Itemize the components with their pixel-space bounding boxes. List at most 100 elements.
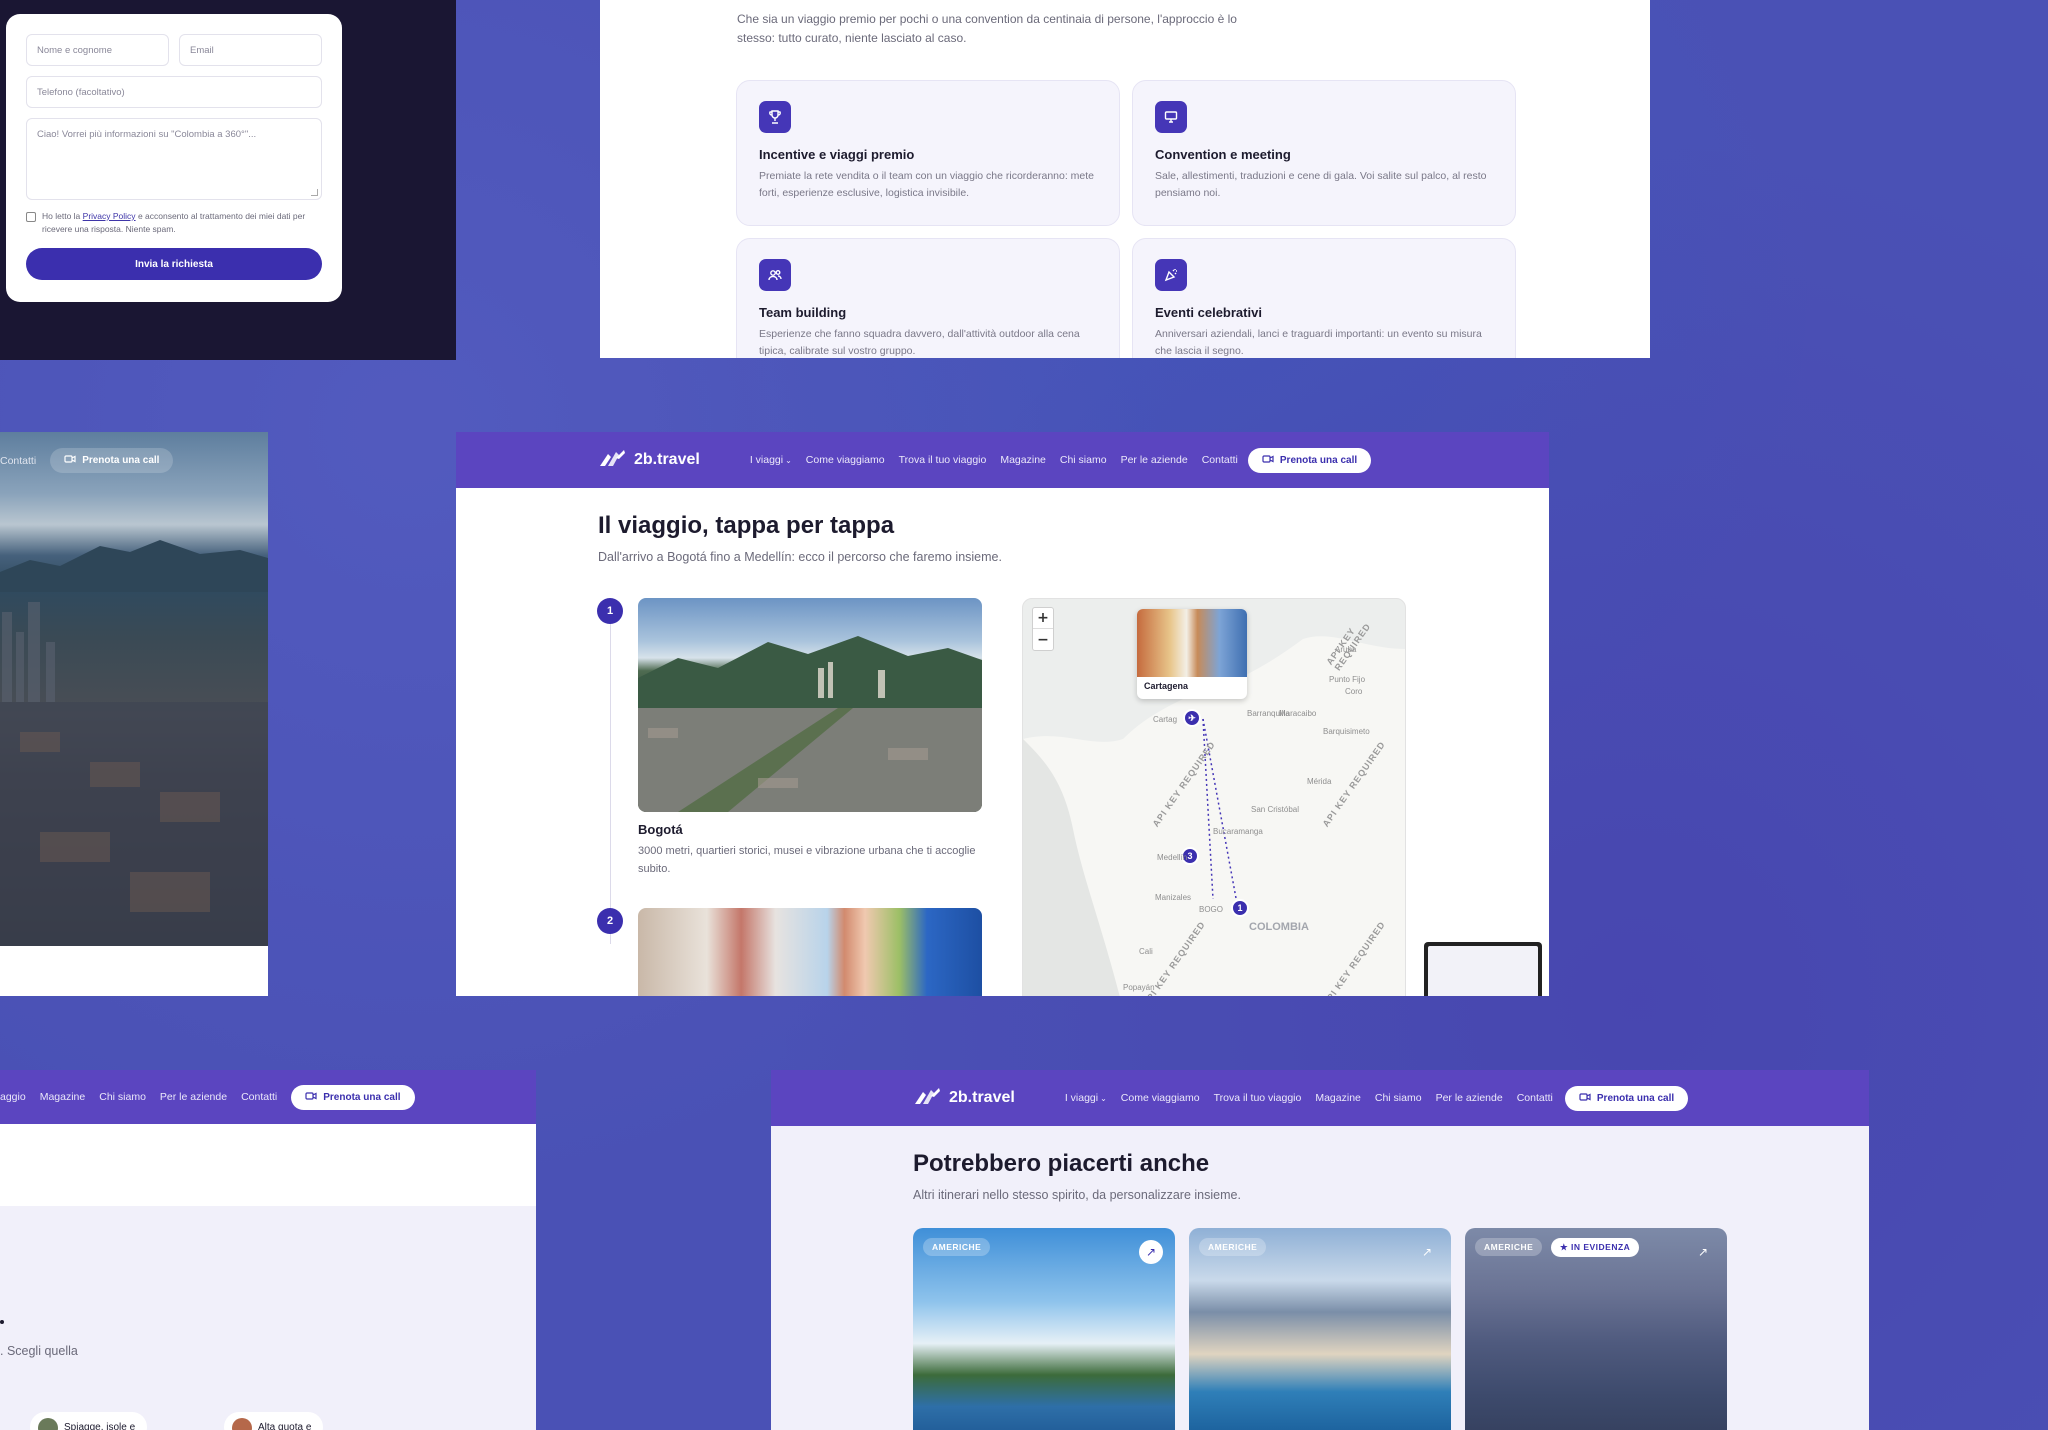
city-buildings [0,602,268,946]
nav-companies[interactable]: Per le aziende [1121,454,1188,466]
book-call-label: Prenota una call [323,1091,401,1103]
bogota-photo [638,598,982,812]
nav-trips[interactable]: I viaggi ⌄ [750,454,792,466]
service-title: Incentive e viaggi premio [759,147,915,162]
chevron-down-icon: ⌄ [785,456,792,465]
brand-name: 2b.travel [634,451,700,468]
filter-subtitle: . Scegli quella [0,1344,78,1358]
email-field[interactable]: Email [179,34,322,66]
chip-label: Alta quota e [258,1421,312,1430]
map-pin[interactable]: 1 [1231,899,1249,917]
services-intro: Che sia un viaggio premio per pochi o un… [737,12,1237,45]
presentation-icon [1155,101,1187,133]
category-chip[interactable]: Alta quota e [224,1412,324,1430]
services-grid: Incentive e viaggi premio Premiate la re… [736,80,1516,358]
trip-card[interactable]: AMERICHE ★ IN EVIDENZA ↗ [1465,1228,1727,1430]
related-subtitle: Altri itinerari nello stesso spirito, da… [913,1188,1241,1202]
book-call-button[interactable]: Prenota una call [1564,1085,1689,1111]
itinerary-subtitle: Dall'arrivo a Bogotá fino a Medellín: ec… [598,550,1002,564]
trip-card[interactable]: AMERICHE ↗ [1189,1228,1451,1430]
submit-button[interactable]: Invia la richiesta [26,248,322,280]
book-call-button[interactable]: Prenota una call [291,1084,415,1110]
phone-field[interactable]: Telefono (facoltativo) [26,76,322,108]
nav-trips[interactable]: I viaggi ⌄ [1065,1092,1107,1104]
consent-row: Ho letto la Privacy Policy e acconsento … [26,210,322,236]
city-top-nav: Contatti Prenota una call [0,448,174,473]
nav-companies[interactable]: Per le aziende [160,1091,227,1103]
nav-contacts[interactable]: Contatti [241,1091,277,1103]
mountain-silhouette [0,540,268,592]
contact-form: Nome e cognome Email Telefono (facoltati… [6,14,342,302]
nav-find-trip[interactable]: Trova il tuo viaggio [1214,1092,1302,1104]
brand-logo[interactable]: 2b.travel [598,448,700,473]
stop-number: 1 [597,598,623,624]
consent-suffix: e acconsento al trattamento dei miei dat… [42,211,306,234]
site-header: 2b.travel I viaggi ⌄ Come viaggiamo Trova… [771,1070,1869,1126]
team-icon [759,259,791,291]
city-hero-panel: Contatti Prenota una call [0,432,268,996]
services-panel: Che sia un viaggio premio per pochi o un… [600,0,1650,358]
arrow-up-right-icon[interactable]: ↗ [1691,1240,1715,1264]
service-card: Convention e meeting Sale, allestimenti,… [1132,80,1516,226]
brand-logo[interactable]: 2b.travel [913,1086,1015,1111]
arrow-up-right-icon[interactable]: ↗ [1139,1240,1163,1264]
map-place: San Cristóbal [1251,805,1300,814]
nav-about[interactable]: Chi siamo [99,1091,146,1103]
service-desc: Premiate la rete vendita o il team con u… [759,170,1095,199]
stop-number: 2 [597,908,623,934]
book-call-button[interactable]: Prenota una call [1247,447,1372,473]
nav-about[interactable]: Chi siamo [1060,454,1107,466]
map-place: Barquisimeto [1323,727,1370,736]
trip-card[interactable]: AMERICHE ↗ [913,1228,1175,1430]
nav-magazine[interactable]: Magazine [40,1091,86,1103]
nav-about[interactable]: Chi siamo [1375,1092,1422,1104]
nav-contacts-link[interactable]: Contatti [0,455,36,467]
map-popup[interactable]: Cartagena [1137,609,1247,699]
trophy-icon [759,101,791,133]
nav-find-trip-partial[interactable]: aggio [0,1091,26,1103]
related-trips-panel: 2b.travel I viaggi ⌄ Come viaggiamo Trova… [771,1070,1869,1430]
arrow-up-right-icon[interactable]: ↗ [1415,1240,1439,1264]
contact-form-panel: Nome e cognome Email Telefono (facoltati… [0,0,456,360]
nav-magazine[interactable]: Magazine [1000,454,1046,466]
map-place: Medellín [1157,853,1188,862]
airplane-pin-icon[interactable]: ✈ [1183,709,1201,727]
timeline-line [610,624,611,944]
route-map[interactable]: + − Cartagena ✈ 3 1 Barranquilla Maracai… [1022,598,1406,996]
map-place: Punto Fijo [1329,675,1366,684]
nav-find-trip[interactable]: Trova il tuo viaggio [899,454,987,466]
map-place: Coro [1345,687,1363,696]
nav-contacts[interactable]: Contatti [1202,454,1238,466]
itinerary-title: Il viaggio, tappa per tappa [598,512,895,539]
featured-badge: ★ IN EVIDENZA [1551,1238,1640,1257]
name-field[interactable]: Nome e cognome [26,34,169,66]
service-card: Team building Esperienze che fanno squad… [736,238,1120,358]
related-title: Potrebbero piacerti anche [913,1150,1210,1177]
zoom-out-button[interactable]: − [1033,629,1053,650]
zoom-in-button[interactable]: + [1033,608,1053,629]
nav-how-we-travel[interactable]: Come viaggiamo [806,454,885,466]
nav-how-we-travel[interactable]: Come viaggiamo [1121,1092,1200,1104]
nav-trips-label: I viaggi [1064,1092,1099,1104]
category-chip[interactable]: Spiagge, isole e [30,1412,148,1430]
nav-magazine[interactable]: Magazine [1315,1092,1361,1104]
map-place: Mérida [1307,777,1332,786]
stop-description: 3000 metri, quartieri storici, musei e v… [638,845,976,875]
privacy-policy-link[interactable]: Privacy Policy [83,211,136,221]
consent-text: Ho letto la Privacy Policy e acconsento … [42,210,322,236]
popup-photo [1137,609,1247,677]
book-call-button[interactable]: Prenota una call [50,448,174,473]
nav-companies[interactable]: Per le aziende [1436,1092,1503,1104]
map-place: Bucaramanga [1213,827,1263,836]
country-label: COLOMBIA [1249,921,1309,933]
chip-label: Spiagge, isole e [64,1421,136,1430]
logo-mark-icon [913,1086,941,1111]
message-field[interactable]: Ciao! Vorrei più informazioni su "Colomb… [26,118,322,200]
region-badge: AMERICHE [923,1238,991,1256]
nav-contacts[interactable]: Contatti [1517,1092,1553,1104]
service-desc: Sale, allestimenti, traduzioni e cene di… [1155,170,1487,199]
cartagena-photo [638,908,982,996]
filters-panel: aggio Magazine Chi siamo Per le aziende … [0,1070,536,1430]
consent-checkbox[interactable] [26,212,36,222]
chip-thumbnail [38,1418,58,1430]
